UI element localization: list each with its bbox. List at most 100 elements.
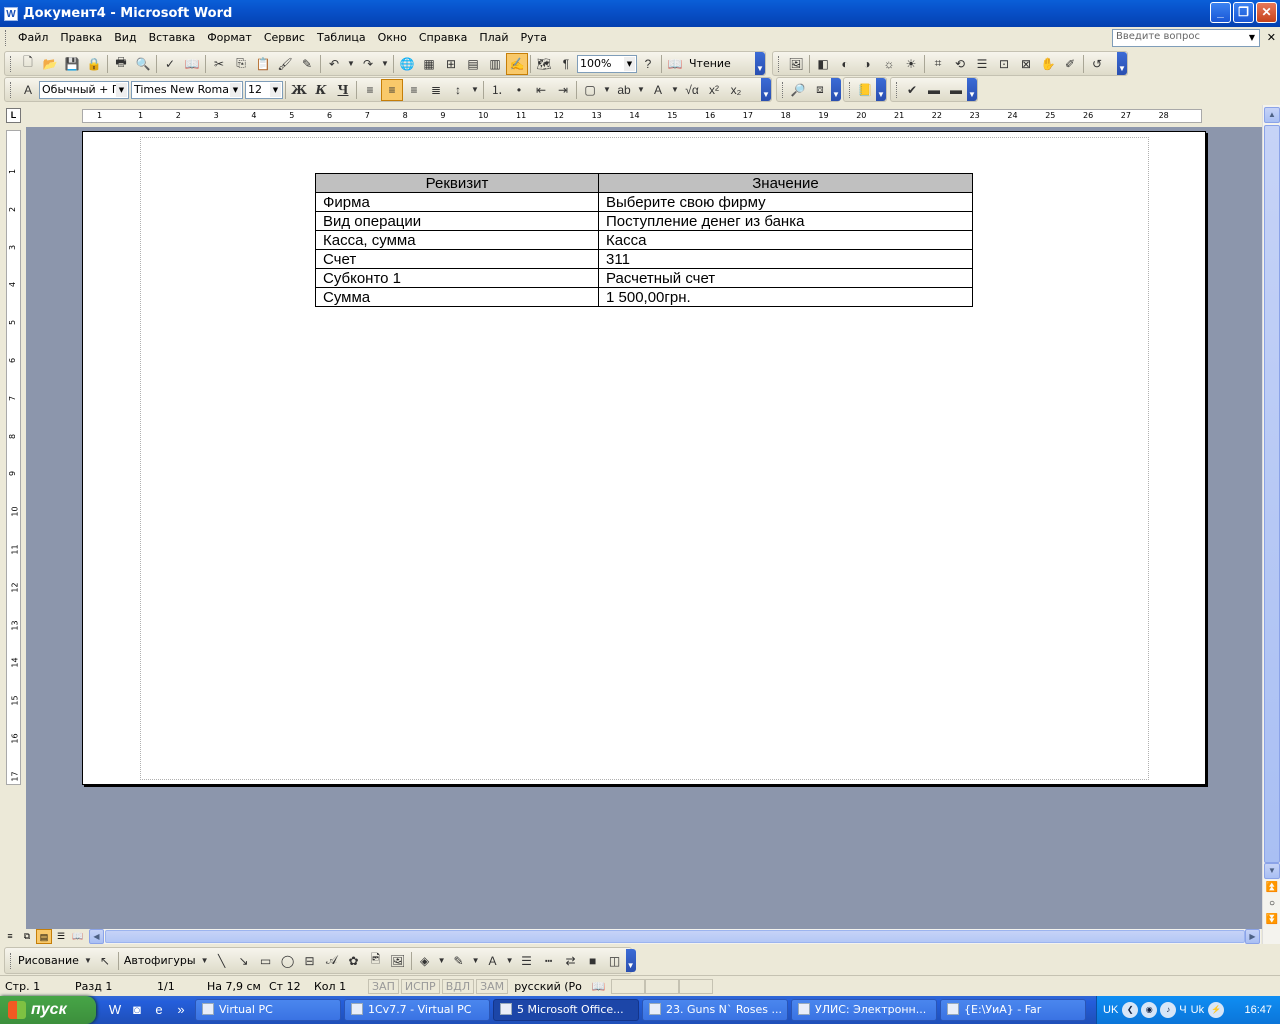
insert-excel-icon[interactable]: ▤	[462, 53, 484, 75]
crop-icon[interactable]: ⌗	[927, 53, 949, 75]
spelling-status-icon[interactable]: 📖	[587, 980, 611, 993]
font-color-icon[interactable]: A	[482, 950, 504, 972]
task-microsoft-office[interactable]: 5 Microsoft Office...	[493, 999, 639, 1021]
dictionary-icon[interactable]: 📒	[854, 79, 876, 101]
toolbar-options-icon[interactable]: ▼	[625, 949, 636, 972]
drawing-menu-button[interactable]: Рисование	[15, 954, 82, 967]
toolbar-grip[interactable]	[778, 55, 781, 72]
ukraine-flag-icon[interactable]: ▬	[923, 79, 945, 101]
undo-icon[interactable]: ↶	[323, 53, 345, 75]
oval-icon[interactable]: ◯	[277, 950, 299, 972]
table-cell[interactable]: Вид операции	[315, 211, 599, 231]
permission-icon[interactable]: 🔒	[83, 53, 105, 75]
highlight-icon[interactable]: ab	[613, 79, 635, 101]
toolbar-options-icon[interactable]: ▼	[755, 52, 765, 75]
line-style-icon[interactable]: ☰	[971, 53, 993, 75]
zoom-select[interactable]: 100% ▼	[577, 54, 637, 73]
menu-tools[interactable]: Сервис	[258, 28, 311, 48]
outline-view-icon[interactable]: ☰	[53, 929, 69, 944]
table-cell[interactable]: Сумма	[315, 287, 599, 307]
help-icon[interactable]: ?	[637, 53, 659, 75]
menu-file[interactable]: Файл	[12, 28, 54, 48]
table-cell[interactable]: Расчетный счет	[598, 268, 973, 288]
word-app-icon[interactable]: W	[4, 6, 18, 21]
scroll-left-icon[interactable]: ◀	[89, 929, 104, 944]
scroll-down-icon[interactable]: ▼	[1264, 863, 1280, 879]
reading-mode-label[interactable]: Чтение	[686, 57, 734, 70]
normal-view-icon[interactable]: ≡	[2, 929, 18, 944]
ask-question-input[interactable]: Введите вопрос ▼	[1112, 29, 1260, 47]
reset-picture-icon[interactable]: ↺	[1086, 53, 1108, 75]
toolbar-grip[interactable]	[849, 81, 850, 98]
vertical-ruler[interactable]: 1 2 3 4 5 6 7 8 9 10 11 12 13 14 15 16 17	[6, 130, 21, 785]
horizontal-ruler[interactable]: 1 1 2 3 4 5 6 7 8 9 10 11 12 13 14 15 16 17 18 19 20 21 22 23 24…	[82, 109, 1202, 123]
rotate-icon[interactable]: ⟲	[949, 53, 971, 75]
redo-dropdown-icon[interactable]: ▼	[379, 53, 391, 75]
scroll-up-icon[interactable]: ▲	[1264, 107, 1280, 123]
status-overtype[interactable]: ЗАМ	[476, 978, 509, 994]
table-cell[interactable]: Выберите свою фирму	[598, 192, 973, 212]
dash-style-icon[interactable]: ┅	[538, 950, 560, 972]
print-preview-icon[interactable]: 🔍	[132, 53, 154, 75]
horizontal-scroll-thumb[interactable]	[105, 930, 1245, 943]
format-painter-icon[interactable]: 🖌	[274, 53, 296, 75]
font-color-icon[interactable]: A	[647, 79, 669, 101]
status-extend-selection[interactable]: ВДЛ	[441, 978, 475, 994]
text-wrap-icon[interactable]: ⊠	[1015, 53, 1037, 75]
toolbar-grip[interactable]	[10, 55, 13, 72]
menu-help[interactable]: Справка	[413, 28, 473, 48]
line-spacing-dropdown-icon[interactable]: ▼	[469, 79, 481, 101]
save-icon[interactable]: 💾	[61, 53, 83, 75]
text-box-icon[interactable]: ⊟	[299, 950, 321, 972]
select-objects-icon[interactable]: ↖	[94, 950, 116, 972]
equation-icon[interactable]: √α	[681, 79, 703, 101]
insert-table-icon[interactable]: ⊞	[440, 53, 462, 75]
toolbar-grip[interactable]	[896, 81, 897, 98]
copy-icon[interactable]: ⎘	[230, 53, 252, 75]
status-language[interactable]: русский (Ро	[509, 980, 587, 993]
menu-window[interactable]: Окно	[372, 28, 413, 48]
drawing-dropdown-icon[interactable]: ▼	[82, 950, 94, 972]
arrow-icon[interactable]: ↘	[233, 950, 255, 972]
borders-icon[interactable]: ▢	[579, 79, 601, 101]
tab-selector[interactable]: L	[6, 108, 21, 123]
new-document-icon[interactable]: 🗋	[17, 53, 39, 75]
fill-color-icon[interactable]: ◈	[414, 950, 436, 972]
start-button[interactable]: пуск	[0, 996, 96, 1024]
redo-icon[interactable]: ↷	[357, 53, 379, 75]
transparent-color-icon[interactable]: ✐	[1059, 53, 1081, 75]
highlight-dropdown-icon[interactable]: ▼	[635, 79, 647, 101]
menu-plai[interactable]: Плай	[473, 28, 514, 48]
shadow-icon[interactable]: ■	[582, 950, 604, 972]
toolbar-grip[interactable]	[10, 952, 11, 969]
toolbar-options-icon[interactable]: ▼	[761, 78, 771, 101]
document-page[interactable]: Реквизит Значение Фирма Выберите свою фир…	[82, 131, 1206, 785]
tray-speaker-icon[interactable]: ♪	[1160, 1002, 1177, 1018]
compress-icon[interactable]: ⊡	[993, 53, 1015, 75]
select-browse-object-icon[interactable]: ○	[1264, 897, 1280, 913]
line-icon[interactable]: ╲	[211, 950, 233, 972]
menu-table[interactable]: Таблица	[311, 28, 372, 48]
tray-winamp-icon[interactable]: ⚡	[1208, 1002, 1225, 1018]
font-size-select[interactable]: 12 ▼	[245, 80, 283, 99]
toolbar-options-icon[interactable]: ▼	[1117, 52, 1127, 75]
increase-indent-icon[interactable]: ⇥	[552, 79, 574, 101]
brightness-down-icon[interactable]: ☀	[900, 53, 922, 75]
next-page-icon[interactable]: ⏬	[1264, 913, 1280, 929]
diagram-icon[interactable]: ✿	[343, 950, 365, 972]
quicklaunch-more-icon[interactable]: »	[170, 999, 192, 1021]
document-close-icon[interactable]: ✕	[1267, 31, 1276, 44]
style-dropdown-icon[interactable]: ▼	[116, 82, 127, 97]
table-cell[interactable]: Субконто 1	[315, 268, 599, 288]
print-layout-view-icon[interactable]: ▤	[36, 929, 52, 944]
hyperlink-icon[interactable]: 🌐	[396, 53, 418, 75]
table-cell[interactable]: 1 500,00грн.	[598, 287, 973, 307]
toolbar-grip[interactable]	[10, 81, 13, 98]
fill-color-dropdown-icon[interactable]: ▼	[436, 950, 448, 972]
task-media-player[interactable]: 23. Guns N` Roses ...	[642, 999, 788, 1021]
table-cell[interactable]: Касса	[598, 230, 973, 250]
columns-icon[interactable]: ▥	[484, 53, 506, 75]
table-cell[interactable]: 311	[598, 249, 973, 269]
line-color-icon[interactable]: ✎	[448, 950, 470, 972]
show-hide-paragraph-icon[interactable]: ¶	[555, 53, 577, 75]
